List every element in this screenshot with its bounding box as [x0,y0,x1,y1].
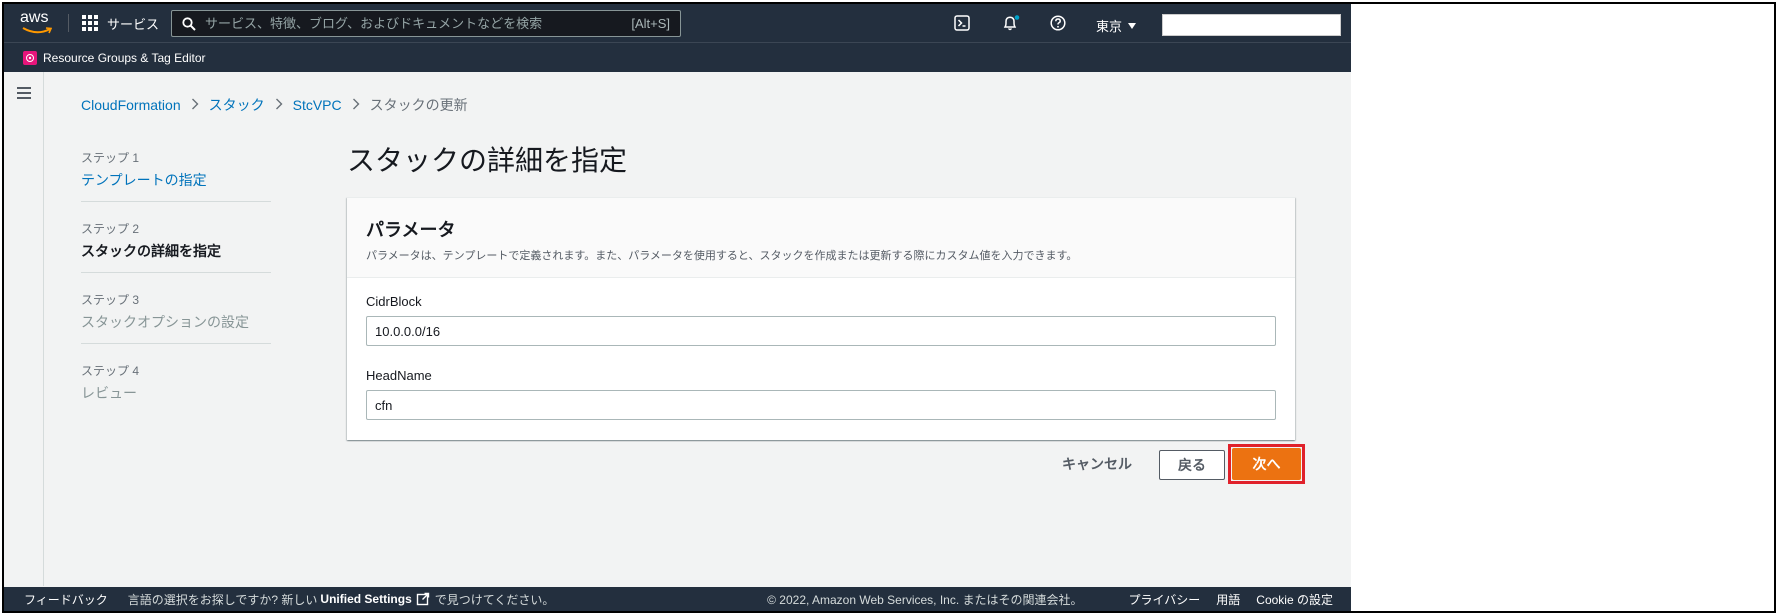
step-label-review: レビュー [81,385,137,401]
aws-logo[interactable]: aws [20,10,54,36]
empty-area [1351,4,1774,611]
cloudshell-icon[interactable] [954,15,970,31]
chevron-right-icon [275,98,283,113]
next-button[interactable]: 次へ [1232,448,1301,480]
services-label: サービス [107,16,160,32]
aws-console: aws サービス [Alt+S] [4,4,1351,611]
bell-icon[interactable] [1002,15,1020,31]
pinned-service-link[interactable]: Resource Groups & Tag Editor [43,51,206,65]
account-menu-masked[interactable] [1162,14,1341,36]
side-navigation-rail [4,72,44,586]
headname-input[interactable] [366,390,1276,420]
wizard-step-2: ステップ 2 スタックの詳細を指定 [81,220,271,273]
notification-dot [1014,15,1020,20]
field-label: HeadName [366,368,432,383]
grid-icon [82,15,98,31]
wizard-step-4: ステップ 4 レビュー [81,362,271,403]
breadcrumb: CloudFormation スタック StcVPC スタックの更新 [81,95,468,115]
step-label-stack-options: スタックオプションの設定 [81,314,249,330]
step-number: ステップ 3 [81,293,140,307]
step-number: ステップ 4 [81,364,140,378]
footer-links: © 2022, Amazon Web Services, Inc. またはその関… [767,587,1333,611]
breadcrumb-cloudformation[interactable]: CloudFormation [81,97,181,113]
cancel-button[interactable]: キャンセル [1055,451,1139,477]
help-icon[interactable] [1050,15,1066,31]
step-divider [81,201,271,202]
wizard-step-3: ステップ 3 スタックオプションの設定 [81,291,271,344]
search-input[interactable] [205,16,632,31]
caret-down-icon [1128,22,1137,29]
back-button[interactable]: 戻る [1159,450,1225,480]
resource-groups-icon[interactable] [23,50,37,65]
step-divider [81,272,271,273]
language-notice-text: 言語の選択をお探しですか? 新しい [127,592,318,607]
copyright-text: © 2022, Amazon Web Services, Inc. またはその関… [767,592,1083,607]
terms-link[interactable]: 用語 [1216,591,1240,608]
services-menu-button[interactable]: サービス [82,12,159,34]
step-link-specify-template[interactable]: テンプレートの指定 [81,170,271,190]
privacy-link[interactable]: プライバシー [1129,591,1201,608]
step-number: ステップ 1 [81,151,140,165]
aws-logo-text: aws [20,9,49,26]
menu-icon[interactable] [17,87,33,101]
search-shortcut-hint: [Alt+S] [631,16,670,31]
language-notice-suffix: で見つけてください。 [434,592,555,607]
step-divider [81,343,271,344]
headname-field: HeadName [366,368,1276,420]
unified-settings-label: Unified Settings [320,592,412,606]
unified-settings-link[interactable]: Unified Settings [320,592,429,606]
cidrblock-input[interactable] [366,316,1276,346]
wizard-step-1: ステップ 1 テンプレートの指定 [81,149,271,202]
breadcrumb-stacks[interactable]: スタック [209,95,265,115]
language-notice: 言語の選択をお探しですか? 新しい Unified Settings で見つけて… [128,591,555,608]
region-selector[interactable]: 東京 [1096,16,1137,35]
breadcrumb-stack-name[interactable]: StcVPC [293,97,342,113]
parameters-panel: パラメータ パラメータは、テンプレートで定義されます。また、パラメータを使用する… [347,197,1295,440]
global-search[interactable]: [Alt+S] [171,10,681,37]
footer: フィードバック 言語の選択をお探しですか? 新しい Unified Settin… [4,587,1351,611]
breadcrumb-current: スタックの更新 [369,97,468,113]
search-icon [182,16,196,31]
favorites-bar: Resource Groups & Tag Editor [4,42,1351,72]
cidrblock-field: CidrBlock [366,294,1276,346]
panel-header: パラメータ パラメータは、テンプレートで定義されます。また、パラメータを使用する… [347,198,1295,278]
cookie-settings-link[interactable]: Cookie の設定 [1256,591,1333,608]
feedback-link[interactable]: フィードバック [24,591,108,608]
page-title: スタックの詳細を指定 [347,145,628,176]
chevron-right-icon [191,98,199,113]
external-link-icon [416,592,429,606]
panel-title: パラメータ [366,220,456,240]
region-label: 東京 [1096,19,1123,34]
step-current-label: スタックの詳細を指定 [81,243,221,259]
step-number: ステップ 2 [81,222,140,236]
nav-divider [68,14,69,32]
screenshot-frame: aws サービス [Alt+S] [2,2,1776,613]
aws-smile-icon [22,27,52,34]
top-navigation-bar: aws サービス [Alt+S] [4,4,1351,42]
chevron-right-icon [352,98,360,113]
panel-description: パラメータは、テンプレートで定義されます。また、パラメータを使用すると、スタック… [366,250,1078,262]
field-label: CidrBlock [366,294,422,309]
